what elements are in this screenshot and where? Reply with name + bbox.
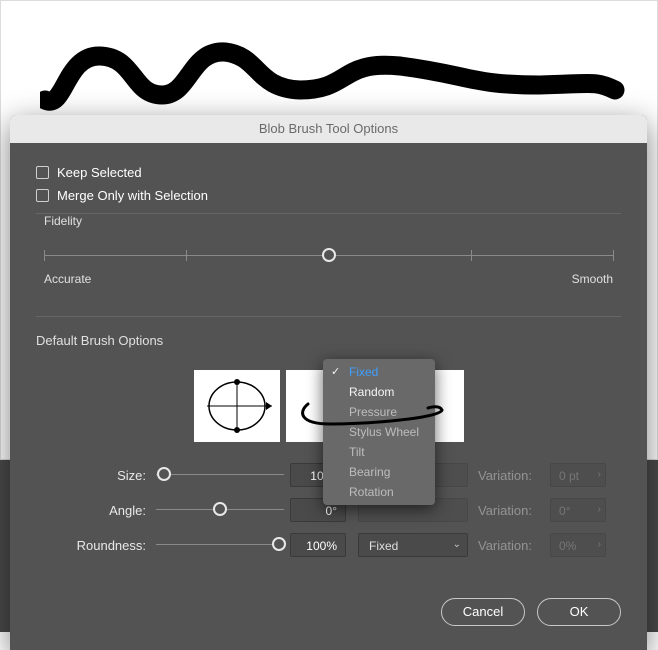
roundness-type-select[interactable]: Fixed⌄: [358, 533, 468, 557]
angle-variation-label: Variation:: [478, 503, 550, 518]
brush-options-title: Default Brush Options: [36, 333, 621, 348]
roundness-variation-label: Variation:: [478, 538, 550, 553]
handdrawn-annotation: [300, 402, 460, 432]
merge-only-checkbox[interactable]: [36, 189, 49, 202]
size-slider[interactable]: [156, 465, 284, 485]
dropdown-item-tilt[interactable]: Tilt: [323, 442, 435, 462]
roundness-label: Roundness:: [36, 538, 156, 553]
cancel-button[interactable]: Cancel: [441, 598, 525, 626]
check-icon: ✓: [331, 362, 340, 382]
ok-button[interactable]: OK: [537, 598, 621, 626]
dropdown-item-rotation[interactable]: Rotation: [323, 482, 435, 502]
type-dropdown-menu[interactable]: ✓Fixed Random Pressure Stylus Wheel Tilt…: [323, 359, 435, 505]
roundness-variation-input: 0%›: [550, 533, 606, 557]
angle-slider-thumb[interactable]: [213, 502, 227, 516]
roundness-slider[interactable]: [156, 535, 284, 555]
dropdown-item-fixed[interactable]: ✓Fixed: [323, 362, 435, 382]
size-variation-input: 0 pt›: [550, 463, 606, 487]
fidelity-left-label: Accurate: [44, 272, 91, 286]
dialog-title: Blob Brush Tool Options: [10, 115, 647, 143]
fidelity-label: Fidelity: [44, 214, 613, 228]
size-slider-thumb[interactable]: [157, 467, 171, 481]
size-variation-label: Variation:: [478, 468, 550, 483]
fidelity-slider-thumb[interactable]: [322, 248, 336, 262]
angle-slider[interactable]: [156, 500, 284, 520]
dropdown-item-random[interactable]: Random: [323, 382, 435, 402]
brush-preview-ellipse: [194, 370, 280, 442]
fidelity-slider[interactable]: [44, 246, 613, 266]
roundness-input[interactable]: 100%: [290, 533, 346, 557]
angle-label: Angle:: [36, 503, 156, 518]
size-label: Size:: [36, 468, 156, 483]
keep-selected-label: Keep Selected: [57, 165, 142, 180]
roundness-slider-thumb[interactable]: [272, 537, 286, 551]
fidelity-right-label: Smooth: [572, 272, 613, 286]
brush-stroke-artwork: [40, 40, 630, 120]
keep-selected-checkbox[interactable]: [36, 166, 49, 179]
dropdown-item-bearing[interactable]: Bearing: [323, 462, 435, 482]
angle-variation-input: 0°›: [550, 498, 606, 522]
merge-only-label: Merge Only with Selection: [57, 188, 208, 203]
